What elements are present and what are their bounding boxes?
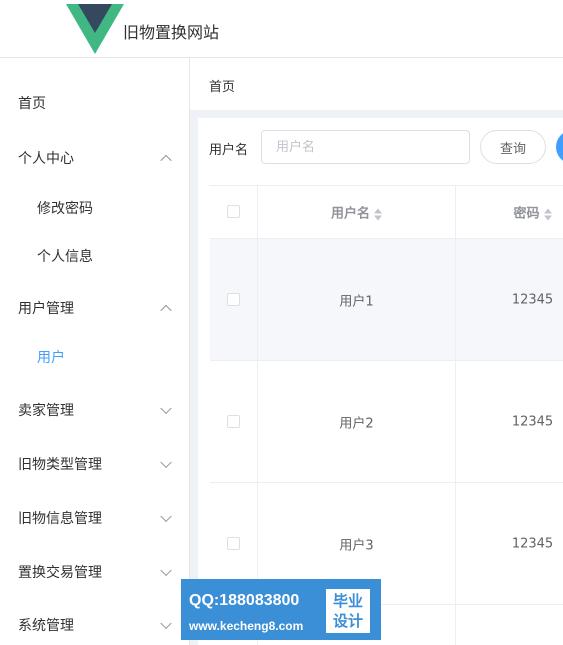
sidebar-item-users[interactable]: 用户 <box>0 332 190 382</box>
column-header-username[interactable]: 用户名 <box>258 186 456 238</box>
site-title: 旧物置换网站 <box>123 23 220 42</box>
chevron-up-icon <box>160 304 172 317</box>
chevron-down-icon <box>160 510 172 523</box>
password-text: 12345 <box>511 292 554 307</box>
sidebar-item-personal-center[interactable]: 个人中心 <box>0 133 190 183</box>
row-checkbox[interactable] <box>227 414 240 428</box>
sidebar-item-label: 用户 <box>37 350 65 366</box>
sidebar-item-item-type-management[interactable]: 旧物类型管理 <box>0 439 190 489</box>
sidebar-item-home[interactable]: 首页 <box>0 78 190 128</box>
chevron-down-icon <box>160 617 172 630</box>
search-label: 用户名 <box>209 143 249 158</box>
sidebar-item-label: 用户管理 <box>18 301 74 317</box>
sidebar-item-seller-management[interactable]: 卖家管理 <box>0 385 190 435</box>
username-text: 用户1 <box>339 294 374 309</box>
sidebar-item-user-management[interactable]: 用户管理 <box>0 283 190 333</box>
primary-action-button[interactable] <box>556 130 563 164</box>
sidebar-item-label: 系统管理 <box>18 618 74 634</box>
table-row[interactable]: 用户1 12345 <box>210 239 563 361</box>
header-select-cell <box>210 186 258 238</box>
watermark-qq: QQ:188083800 <box>189 592 300 609</box>
password-text: 12345 <box>511 414 554 429</box>
chevron-up-icon <box>160 154 172 167</box>
password-cell: 12345 <box>456 239 563 360</box>
sidebar-item-label: 旧物信息管理 <box>18 511 102 527</box>
password-cell: 12345 <box>456 483 563 604</box>
breadcrumb-bar: 首页 <box>190 58 563 110</box>
username-cell: 用户1 <box>258 239 456 360</box>
sidebar-item-system-management[interactable]: 系统管理 <box>0 600 190 645</box>
sidebar-item-label: 首页 <box>18 96 46 112</box>
sidebar-item-item-info-management[interactable]: 旧物信息管理 <box>0 493 190 543</box>
sidebar-item-label: 旧物类型管理 <box>18 457 102 473</box>
row-checkbox[interactable] <box>227 536 240 550</box>
query-button[interactable]: 查询 <box>480 130 546 164</box>
chevron-down-icon <box>160 456 172 469</box>
sidebar-item-personal-info[interactable]: 个人信息 <box>0 231 190 281</box>
sidebar-item-label: 个人信息 <box>37 249 93 265</box>
table-row[interactable]: 用户2 12345 <box>210 361 563 483</box>
sidebar-item-label: 置换交易管理 <box>18 565 102 581</box>
row-checkbox[interactable] <box>227 292 240 306</box>
sort-icon[interactable] <box>374 208 382 220</box>
username-search-input[interactable] <box>261 130 470 164</box>
column-header-password[interactable]: 密码 <box>456 186 563 238</box>
username-text: 用户2 <box>339 416 374 431</box>
username-text: 用户3 <box>339 538 374 553</box>
sidebar-menu: 首页 个人中心 修改密码 个人信息 用户管理 用户 卖家管理 旧物类型管理 旧物… <box>0 58 190 645</box>
sidebar-item-trade-management[interactable]: 置换交易管理 <box>0 547 190 597</box>
row-select-cell <box>210 239 258 360</box>
chevron-down-icon <box>160 402 172 415</box>
content-panel: 用户名 查询 用户名 密码 用户1 12345 <box>198 118 563 645</box>
watermark-url: www.kecheng8.com <box>189 619 304 633</box>
watermark-badge-line1: 毕业 <box>332 592 363 610</box>
password-text: 12345 <box>511 536 554 551</box>
vue-logo-icon <box>66 4 124 54</box>
column-header-label: 密码 <box>513 206 540 222</box>
column-header-label: 用户名 <box>330 206 370 222</box>
sidebar-item-change-password[interactable]: 修改密码 <box>0 183 190 233</box>
username-cell: 用户2 <box>258 361 456 482</box>
sidebar-item-label: 修改密码 <box>37 201 93 217</box>
watermark-badge: 毕业 设计 <box>326 589 370 633</box>
main-area: 首页 用户名 查询 用户名 密码 用户1 12345 <box>190 58 563 645</box>
user-table: 用户名 密码 用户1 12345 用户2 12345 用户3 12345 <box>209 185 563 645</box>
breadcrumb[interactable]: 首页 <box>209 76 235 95</box>
sidebar-item-label: 卖家管理 <box>18 403 74 419</box>
sort-icon[interactable] <box>543 208 552 220</box>
table-header-row: 用户名 密码 <box>210 186 563 239</box>
sidebar-item-label: 个人中心 <box>18 151 74 167</box>
password-cell <box>456 605 563 645</box>
chevron-down-icon <box>160 564 172 577</box>
watermark-badge-line2: 设计 <box>332 612 363 630</box>
password-cell: 12345 <box>456 361 563 482</box>
row-select-cell <box>210 361 258 482</box>
top-header: 旧物置换网站 <box>0 0 563 58</box>
watermark-banner: QQ:188083800 www.kecheng8.com 毕业 设计 <box>181 579 381 640</box>
select-all-checkbox[interactable] <box>227 205 240 218</box>
